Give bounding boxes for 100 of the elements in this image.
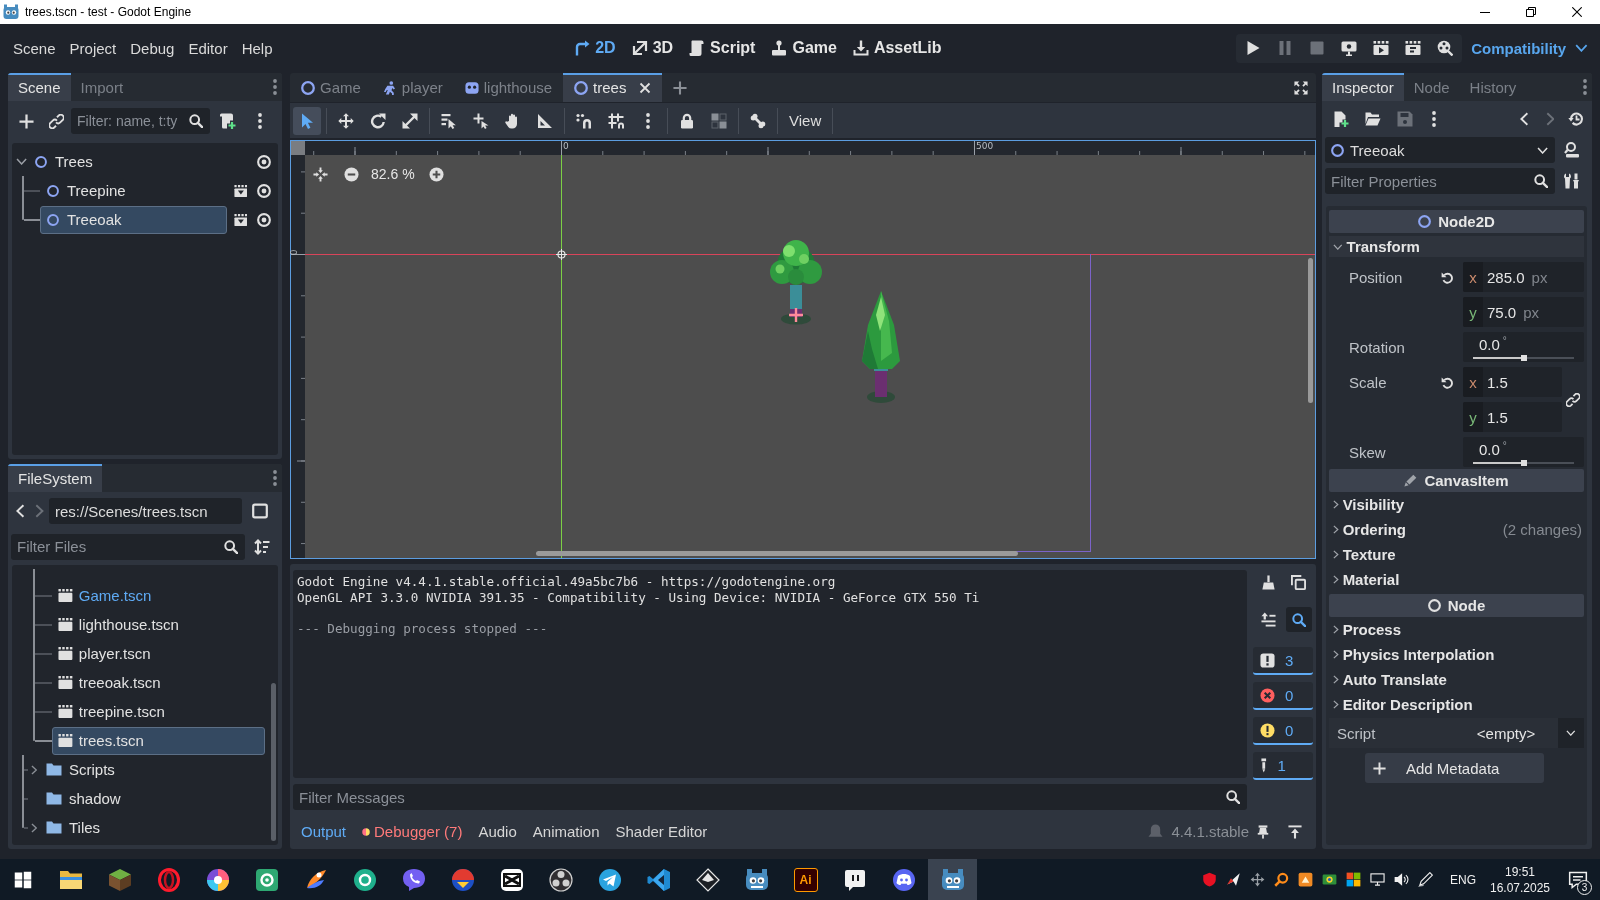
dock-tab[interactable]: Scene bbox=[8, 73, 71, 101]
property-group[interactable]: Process bbox=[1329, 617, 1584, 642]
panel-tab[interactable]: Audio bbox=[470, 819, 525, 844]
dock-tab[interactable]: Node bbox=[1403, 73, 1460, 101]
more-icon[interactable] bbox=[273, 470, 277, 486]
file-item[interactable]: Game.tscn bbox=[52, 581, 265, 610]
film-reel-icon[interactable] bbox=[1437, 40, 1454, 56]
workspace-button[interactable]: AssetLib bbox=[844, 34, 950, 62]
property-group[interactable]: Visibility bbox=[1329, 492, 1584, 517]
search-toggle[interactable] bbox=[1286, 607, 1312, 632]
dock-tab[interactable]: FileSystem bbox=[8, 464, 103, 492]
file-item[interactable]: lighthouse.tscn bbox=[52, 610, 265, 639]
file-item[interactable]: treeoak.tscn bbox=[52, 668, 265, 697]
revert-icon[interactable] bbox=[1441, 375, 1454, 389]
editor-tab[interactable]: player bbox=[371, 73, 454, 102]
filter-counter[interactable]: 0 bbox=[1253, 682, 1313, 710]
expand-icon[interactable] bbox=[1288, 824, 1302, 839]
property-group[interactable]: Auto Translate bbox=[1329, 667, 1584, 692]
tool-button[interactable] bbox=[293, 106, 321, 135]
view-menu[interactable]: View bbox=[781, 108, 830, 133]
slider-thumb[interactable] bbox=[1520, 460, 1527, 466]
dock-tab[interactable]: Inspector bbox=[1322, 73, 1404, 101]
chevron-left-icon[interactable] bbox=[1519, 111, 1529, 126]
menu-item[interactable]: Scene bbox=[6, 34, 63, 62]
help-search-icon[interactable] bbox=[1563, 142, 1580, 158]
folder-item[interactable]: Scripts bbox=[40, 755, 251, 784]
property-group[interactable]: Ordering (2 changes) bbox=[1329, 517, 1584, 542]
file-item[interactable]: trees.tscn bbox=[52, 726, 265, 755]
slider-field[interactable]: 0.0 ° bbox=[1463, 332, 1584, 362]
collapse-icon[interactable] bbox=[1260, 612, 1276, 627]
chevron-right-icon[interactable] bbox=[30, 822, 38, 833]
property-group[interactable]: Editor Description bbox=[1329, 692, 1584, 717]
taskbar-app[interactable]: Ai bbox=[781, 859, 830, 900]
new-document-icon[interactable] bbox=[1333, 110, 1349, 127]
monitor-icon[interactable] bbox=[1341, 40, 1358, 56]
center-view-icon[interactable] bbox=[313, 166, 328, 182]
property-group[interactable]: Material bbox=[1329, 567, 1584, 592]
script-add-icon[interactable] bbox=[219, 113, 236, 129]
object-selector[interactable]: Treeoak bbox=[1325, 137, 1555, 163]
filter-field[interactable]: Filter Messages bbox=[293, 784, 1247, 810]
clock[interactable]: 19:51 16.07.2025 bbox=[1484, 863, 1556, 896]
more-icon[interactable] bbox=[1583, 79, 1587, 95]
close-icon[interactable] bbox=[1572, 7, 1582, 17]
add-tab-icon[interactable] bbox=[673, 80, 688, 95]
menu-item[interactable]: Editor bbox=[181, 34, 235, 62]
renderer-dropdown[interactable]: Compatibility bbox=[1467, 34, 1592, 62]
chevron-down-icon[interactable] bbox=[16, 158, 28, 165]
chevron-right-icon[interactable] bbox=[30, 764, 38, 775]
fullscreen-icon[interactable] bbox=[1294, 80, 1308, 95]
pivot-cross-icon[interactable] bbox=[789, 308, 803, 322]
tools-icon[interactable] bbox=[1563, 173, 1580, 189]
chevron-left-icon[interactable] bbox=[16, 504, 25, 518]
history-icon[interactable] bbox=[1568, 110, 1584, 127]
dock-tab[interactable]: Import bbox=[70, 73, 134, 101]
zoom-level[interactable]: 82.6 % bbox=[371, 166, 415, 182]
path-field[interactable]: res://Scenes/trees.tscn bbox=[49, 498, 242, 524]
zoom-in-icon[interactable] bbox=[428, 166, 444, 182]
link-icon[interactable] bbox=[1566, 392, 1580, 407]
panel-tab[interactable]: Debugger (7) bbox=[354, 819, 471, 844]
editor-tab[interactable]: lighthouse bbox=[453, 73, 564, 102]
filter-counter[interactable]: 0 bbox=[1253, 717, 1313, 745]
tree-item[interactable]: Treeoak bbox=[40, 205, 227, 234]
vertical-scrollbar[interactable] bbox=[1308, 258, 1313, 403]
add-metadata-button[interactable]: Add Metadata bbox=[1365, 753, 1544, 783]
clapper-play-icon[interactable] bbox=[1373, 41, 1390, 55]
revert-icon[interactable] bbox=[1441, 270, 1454, 284]
workspace-button[interactable]: Game bbox=[763, 34, 845, 62]
scrollbar[interactable] bbox=[271, 683, 276, 841]
clapper-icon[interactable] bbox=[233, 184, 248, 197]
panel-tab[interactable]: Animation bbox=[524, 819, 608, 844]
broom-icon[interactable] bbox=[1260, 575, 1276, 590]
link-icon[interactable] bbox=[48, 113, 64, 129]
copy-icon[interactable] bbox=[1290, 575, 1306, 590]
panel-tab[interactable]: Shader Editor bbox=[607, 819, 716, 844]
filter-counter[interactable]: 1 bbox=[1253, 752, 1313, 780]
workspace-button[interactable]: Script bbox=[681, 34, 764, 62]
number-field[interactable]: y 75.0 px bbox=[1463, 297, 1584, 327]
eye-icon[interactable] bbox=[257, 183, 271, 198]
file-item[interactable]: player.tscn bbox=[52, 639, 265, 668]
resource-picker[interactable]: <empty> bbox=[1454, 718, 1558, 748]
workspace-button[interactable]: 3D bbox=[623, 34, 682, 62]
taskbar-app[interactable] bbox=[928, 859, 977, 900]
viewport[interactable]: 0 500 0 82.6 % bbox=[290, 140, 1316, 559]
number-field[interactable]: x 285.0 px bbox=[1463, 262, 1584, 292]
menu-item[interactable]: Help bbox=[234, 34, 280, 62]
number-field[interactable]: x 1.5 bbox=[1463, 367, 1562, 397]
menu-item[interactable]: Project bbox=[62, 34, 124, 62]
language-indicator[interactable]: ENG bbox=[1450, 872, 1476, 887]
file-item[interactable]: treepine.tscn bbox=[52, 697, 265, 726]
tree-item[interactable]: Trees bbox=[28, 147, 227, 176]
zoom-out-icon[interactable] bbox=[344, 166, 359, 182]
number-field[interactable]: y 1.5 bbox=[1463, 402, 1562, 432]
folder-item[interactable]: Tiles bbox=[40, 813, 251, 842]
sort-icon[interactable] bbox=[254, 538, 270, 555]
filter-field[interactable]: Filter Properties bbox=[1325, 168, 1555, 194]
slider-field[interactable]: 0.0 ° bbox=[1463, 437, 1584, 467]
menu-item[interactable]: Debug bbox=[123, 34, 182, 62]
filter-field[interactable]: Filter: name, t:ty bbox=[71, 108, 210, 134]
eye-icon[interactable] bbox=[257, 212, 271, 227]
workspace-button[interactable]: 2D bbox=[566, 34, 624, 62]
